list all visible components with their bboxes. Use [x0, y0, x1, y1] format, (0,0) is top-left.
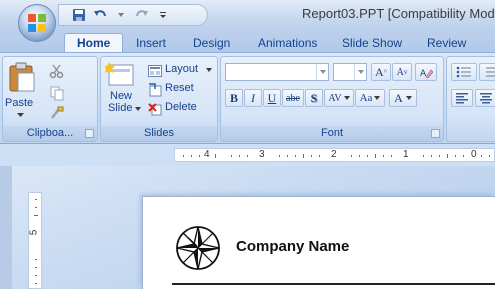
ribbon-tabs: Home Insert Design Animations Slide Show…	[0, 30, 495, 53]
quick-access-toolbar	[58, 4, 208, 26]
ribbon: Paste Clipboa... New Slide Layout Reset …	[0, 52, 495, 144]
paste-button[interactable]: Paste	[5, 61, 39, 123]
clipboard-launcher-icon[interactable]	[85, 129, 94, 138]
change-case-dropdown-icon	[374, 96, 381, 100]
company-name-text[interactable]: Company Name	[236, 238, 349, 255]
font-name-dropdown-icon[interactable]	[316, 64, 328, 80]
undo-icon[interactable]	[92, 7, 108, 23]
font-label-text: Font	[320, 127, 343, 139]
office-logo-icon	[28, 14, 46, 32]
ruler-area: 4 3 2 1 0	[0, 144, 495, 166]
clear-formatting-icon: A	[420, 69, 433, 78]
office-button[interactable]	[18, 4, 56, 42]
left-pane-edge	[0, 166, 12, 289]
align-center-button[interactable]	[475, 89, 495, 107]
font-color-label: A	[394, 90, 403, 105]
delete-button[interactable]: Delete	[148, 101, 212, 117]
strikethrough-button[interactable]: abe	[282, 89, 304, 107]
ruler-label-3: 3	[259, 149, 265, 160]
layout-button[interactable]: Layout	[148, 63, 214, 79]
grow-font-label: A	[375, 64, 384, 79]
change-case-label: Aa	[359, 92, 373, 104]
character-spacing-button[interactable]: AV	[324, 89, 354, 107]
cut-icon[interactable]	[49, 63, 65, 79]
new-slide-dropdown-icon[interactable]	[135, 107, 141, 112]
clipboard-label-text: Clipboa...	[26, 127, 74, 139]
paste-label: Paste	[5, 97, 34, 109]
new-slide-label-2: Slide	[108, 102, 133, 114]
shrink-font-label: A	[396, 66, 404, 78]
character-spacing-dropdown-icon	[343, 96, 350, 100]
bullets-button[interactable]	[451, 63, 477, 81]
font-color-button[interactable]: A	[389, 89, 417, 107]
window-title: Report03.PPT [Compatibility Mode]	[302, 6, 495, 21]
reset-button[interactable]: Reset	[148, 82, 208, 98]
horizontal-ruler[interactable]: 4 3 2 1 0	[174, 148, 495, 162]
bold-button[interactable]: B	[225, 89, 243, 107]
slides-group: New Slide Layout Reset Delete Slides	[100, 56, 218, 142]
font-size-combo[interactable]	[333, 63, 367, 81]
font-color-dropdown-icon	[405, 96, 412, 100]
change-case-button[interactable]: Aa	[355, 89, 385, 107]
new-slide-icon	[103, 62, 134, 86]
delete-label: Delete	[165, 101, 197, 113]
tab-insert[interactable]: Insert	[136, 34, 166, 52]
align-center-icon	[480, 93, 492, 104]
format-painter-icon[interactable]	[49, 105, 65, 121]
paste-dropdown-icon[interactable]	[17, 113, 24, 118]
font-name-combo[interactable]	[225, 63, 329, 81]
paragraph-group	[446, 56, 495, 142]
tab-home[interactable]: Home	[64, 33, 124, 53]
paste-icon	[9, 62, 35, 92]
title-bar: Report03.PPT [Compatibility Mode]	[0, 0, 495, 30]
grow-font-button[interactable]: A ^	[371, 63, 391, 81]
tab-design[interactable]: Design	[193, 34, 230, 52]
tab-animations[interactable]: Animations	[258, 34, 317, 52]
layout-label: Layout	[165, 63, 199, 75]
undo-dropdown-icon[interactable]	[113, 7, 129, 23]
layout-icon	[148, 65, 162, 77]
tab-review[interactable]: Review	[427, 34, 466, 52]
save-icon[interactable]	[71, 7, 87, 23]
font-group-label: Font	[221, 126, 443, 141]
ruler-label-1: 1	[403, 149, 409, 160]
shrink-font-button[interactable]: Av	[392, 63, 412, 81]
clear-formatting-button[interactable]: A	[415, 63, 437, 81]
align-left-button[interactable]	[451, 89, 473, 107]
font-size-dropdown-icon[interactable]	[354, 64, 366, 80]
underline-button[interactable]: U	[263, 89, 281, 107]
vertical-ruler[interactable]: 5	[28, 192, 42, 289]
new-slide-button[interactable]: New Slide	[103, 61, 141, 123]
shadow-button[interactable]: S	[305, 89, 323, 107]
reset-icon	[149, 83, 162, 97]
numbering-button[interactable]	[479, 63, 495, 81]
clipboard-group-label: Clipboa...	[3, 126, 97, 141]
customize-icon[interactable]	[155, 7, 171, 23]
ruler-label-2: 2	[331, 149, 337, 160]
ruler-label-4: 4	[204, 149, 210, 160]
compass-rose-icon[interactable]	[174, 224, 222, 272]
slide-divider-line	[172, 283, 495, 285]
redo-icon[interactable]	[134, 7, 150, 23]
italic-button[interactable]: I	[244, 89, 262, 107]
slides-group-label: Slides	[101, 126, 217, 141]
vertical-ruler-ticks	[34, 199, 38, 284]
character-spacing-label: AV	[328, 92, 342, 104]
numbering-icon	[486, 67, 495, 77]
copy-icon[interactable]	[49, 85, 65, 101]
font-group: A ^ Av A B I U abe S AV Aa A Font	[220, 56, 444, 142]
bullets-icon	[456, 66, 471, 78]
align-left-icon	[456, 93, 468, 104]
new-slide-label-1: New	[110, 90, 133, 102]
ruler-label-0: 0	[471, 149, 477, 160]
font-launcher-icon[interactable]	[431, 129, 440, 138]
tab-slide-show[interactable]: Slide Show	[342, 34, 402, 52]
clipboard-group: Paste Clipboa...	[2, 56, 98, 142]
reset-label: Reset	[165, 82, 194, 94]
delete-icon	[148, 103, 162, 116]
vertical-ruler-label-5: 5	[28, 229, 40, 236]
layout-dropdown-icon	[206, 68, 212, 72]
